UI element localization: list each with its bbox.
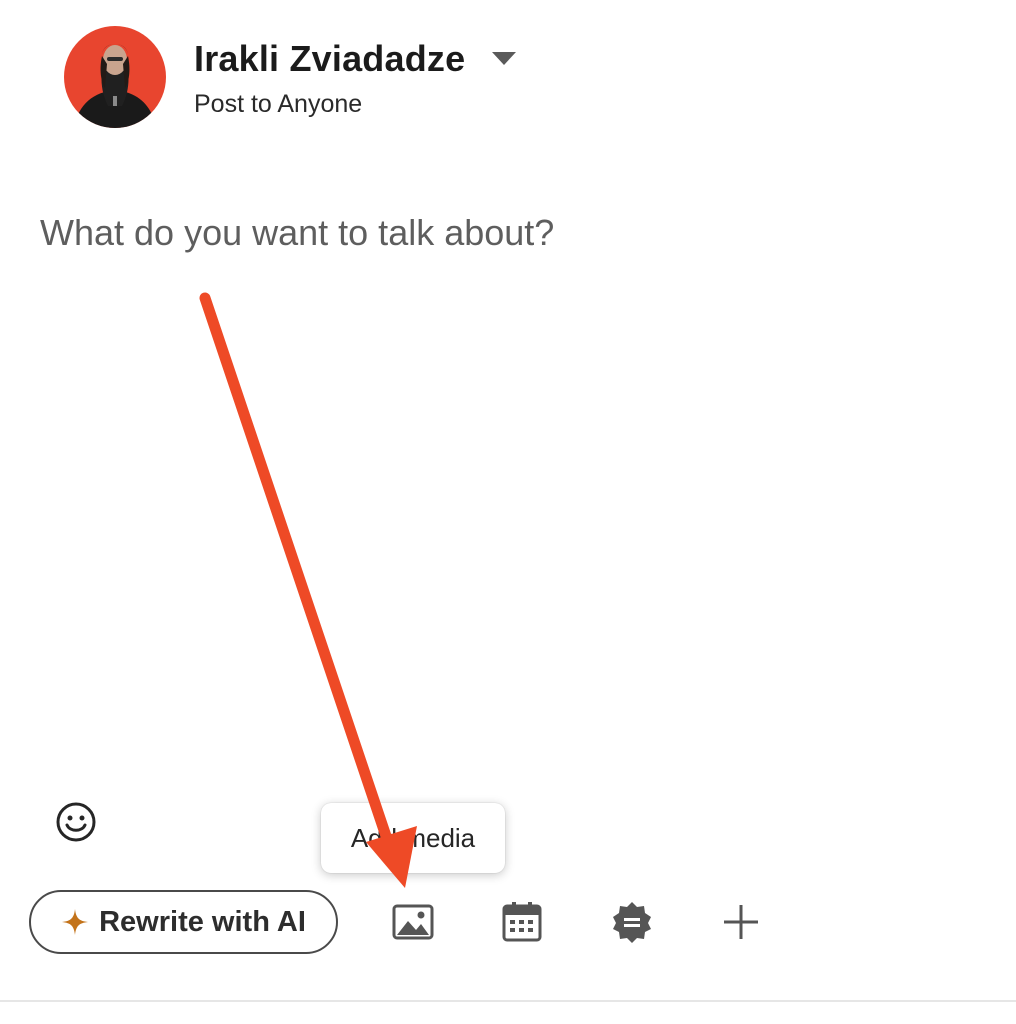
author-name: Irakli Zviadadze xyxy=(194,38,466,79)
badge-icon[interactable] xyxy=(610,900,654,944)
avatar[interactable] xyxy=(64,26,166,128)
plus-icon[interactable] xyxy=(719,900,763,944)
add-media-tooltip: Add media xyxy=(321,803,505,873)
smiley-icon[interactable] xyxy=(54,800,98,844)
sparkle-icon xyxy=(61,908,89,936)
audience-selector[interactable]: Post to Anyone xyxy=(194,90,594,119)
chevron-down-icon[interactable] xyxy=(491,51,517,72)
post-author-header: Irakli Zviadadze Post to Anyone xyxy=(64,26,517,128)
calendar-icon[interactable] xyxy=(500,900,544,944)
image-icon[interactable] xyxy=(391,900,435,944)
author-identity: Irakli Zviadadze Post to Anyone xyxy=(194,38,594,119)
tooltip-text: Add media xyxy=(350,822,476,853)
post-toolbar: Rewrite with AI xyxy=(0,890,1016,954)
post-text-input[interactable] xyxy=(40,212,980,732)
rewrite-with-ai-label: Rewrite with AI xyxy=(99,905,306,938)
rewrite-with-ai-button[interactable]: Rewrite with AI xyxy=(29,890,338,954)
footer-divider xyxy=(0,1000,1016,1002)
